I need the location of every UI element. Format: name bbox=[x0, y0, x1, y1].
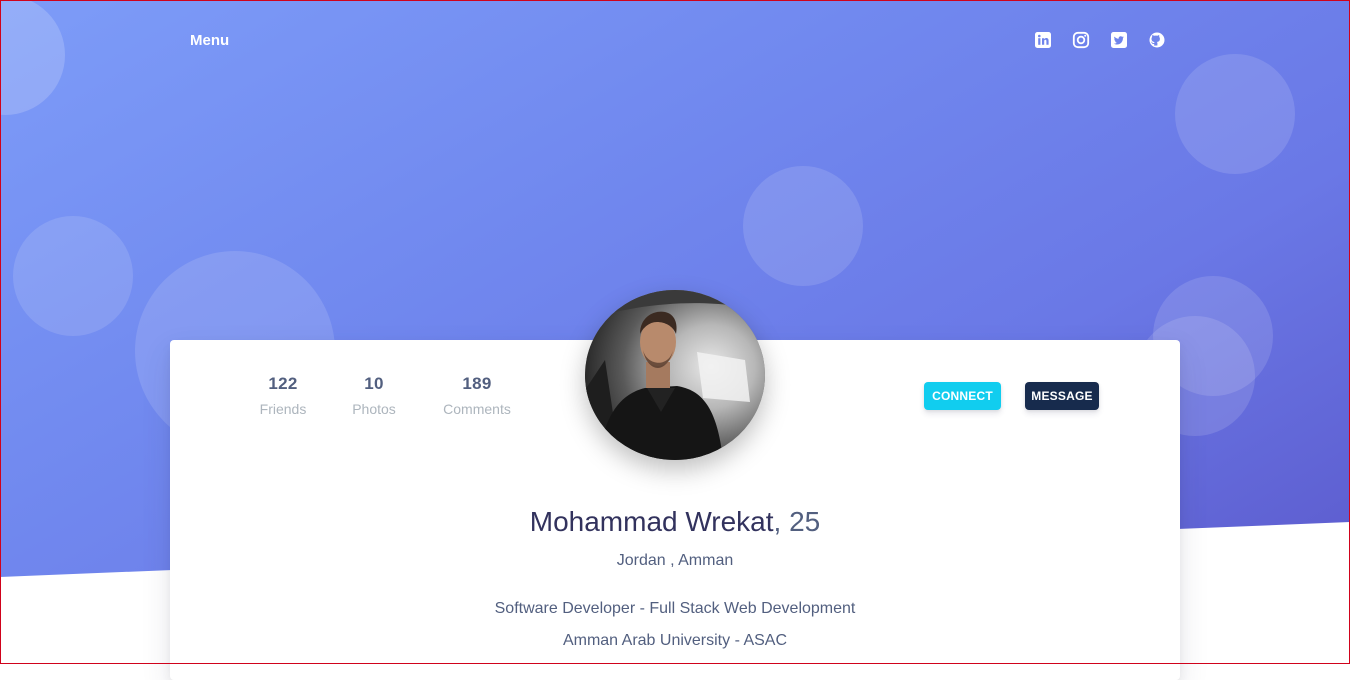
twitter-icon bbox=[1110, 31, 1128, 49]
instagram-icon bbox=[1072, 31, 1090, 49]
menu-link[interactable]: Menu bbox=[190, 32, 229, 49]
stat-friends: 122 Friends bbox=[258, 374, 308, 417]
linkedin-icon bbox=[1034, 31, 1052, 49]
message-button[interactable]: Message bbox=[1025, 382, 1099, 410]
avatar-photo bbox=[585, 290, 765, 460]
profile-job-title: Software Developer - Full Stack Web Deve… bbox=[494, 600, 856, 617]
decorative-circle bbox=[13, 216, 133, 336]
stat-photos-count: 10 bbox=[364, 374, 384, 393]
profile-education: Amman Arab University - ASAC bbox=[562, 632, 788, 649]
instagram-link[interactable] bbox=[1072, 31, 1090, 49]
stat-photos: 10 Photos bbox=[350, 374, 398, 417]
decorative-circle bbox=[743, 166, 863, 286]
connect-button[interactable]: Connect bbox=[924, 382, 1001, 410]
top-navbar: Menu bbox=[0, 0, 1350, 80]
stat-comments: 189 Comments bbox=[440, 374, 514, 417]
github-icon bbox=[1148, 31, 1166, 49]
profile-location: Jordan , Amman bbox=[616, 552, 734, 569]
profile-avatar[interactable] bbox=[585, 290, 765, 460]
github-link[interactable] bbox=[1148, 31, 1166, 49]
stat-friends-count: 122 bbox=[268, 374, 298, 393]
stat-comments-count: 189 bbox=[462, 374, 492, 393]
stat-friends-label: Friends bbox=[259, 401, 307, 417]
twitter-link[interactable] bbox=[1110, 31, 1128, 49]
profile-name-heading: Mohammad Wrekat, 25 bbox=[170, 505, 1180, 539]
stat-photos-label: Photos bbox=[352, 401, 396, 417]
profile-name: Mohammad Wrekat bbox=[529, 506, 774, 537]
stat-comments-label: Comments bbox=[443, 401, 511, 417]
linkedin-link[interactable] bbox=[1034, 31, 1052, 49]
profile-age: , 25 bbox=[773, 506, 821, 537]
